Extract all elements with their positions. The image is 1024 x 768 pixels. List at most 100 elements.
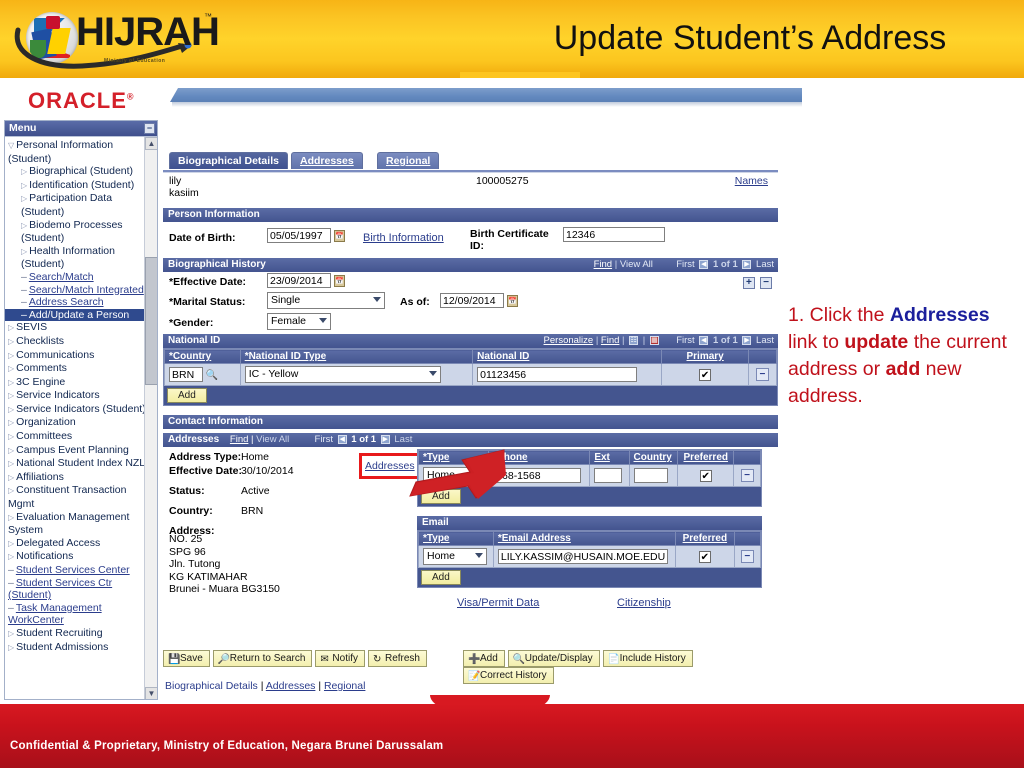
scroll-up-icon[interactable]: ▲ — [145, 137, 157, 150]
add-email-button[interactable]: Add — [421, 570, 461, 585]
sidebar-item-national-student-index-nzl[interactable]: ▷ National Student Index NZL — [5, 457, 155, 471]
find-link[interactable]: Find — [601, 335, 619, 346]
sidebar-item-biodemo-processes-student[interactable]: ▷ Biodemo Processes (Student) — [5, 219, 155, 245]
sidebar-item-service-indicators[interactable]: ▷ Service Indicators — [5, 389, 155, 403]
sidebar-item-sevis[interactable]: ▷ SEVIS — [5, 321, 155, 335]
sidebar-item-student-services-center[interactable]: – Student Services Center — [5, 564, 155, 577]
sidebar-item-address-search[interactable]: – Address Search — [5, 296, 155, 309]
sidebar-item-comments[interactable]: ▷ Comments — [5, 362, 155, 376]
bottom-link-biographical-details[interactable]: Biographical Details — [165, 680, 258, 692]
email-type-select[interactable]: Home — [423, 548, 487, 565]
add-national-id-button[interactable]: Add — [167, 388, 207, 403]
calendar-icon[interactable]: 📅 — [507, 294, 519, 307]
prev-row-icon[interactable]: ◀ — [699, 335, 709, 345]
first-label[interactable]: First — [315, 434, 333, 445]
next-row-icon[interactable]: ▶ — [742, 335, 752, 345]
last-label[interactable]: Last — [394, 434, 412, 445]
as-of-date-input[interactable] — [440, 293, 504, 308]
add-button[interactable]: ➕Add — [463, 650, 505, 667]
delete-row-icon[interactable]: − — [740, 550, 754, 563]
calendar-icon[interactable]: 📅 — [334, 274, 346, 287]
primary-checkbox[interactable]: ✔ — [699, 368, 712, 381]
sidebar-item-affiliations[interactable]: ▷ Affiliations — [5, 471, 155, 485]
preferred-checkbox[interactable]: ✔ — [698, 550, 711, 563]
include-history-button[interactable]: 📄Include History — [602, 650, 693, 667]
sidebar-item-campus-event-planning[interactable]: ▷ Campus Event Planning — [5, 444, 155, 458]
national-id-type-select[interactable]: IC - Yellow — [244, 366, 441, 383]
calendar-icon[interactable]: 📅 — [334, 229, 346, 242]
phone-country-input[interactable] — [633, 468, 668, 483]
refresh-button[interactable]: ↻ Refresh — [367, 650, 427, 667]
sidebar-item-checklists[interactable]: ▷ Checklists — [5, 335, 155, 349]
delete-row-icon[interactable]: − — [755, 368, 769, 381]
bottom-link-regional[interactable]: Regional — [324, 680, 365, 692]
birth-information-link[interactable]: Birth Information — [363, 232, 444, 244]
view-all-link[interactable]: View All — [256, 434, 289, 445]
sidebar-item-search-match-integrated[interactable]: – Search/Match Integrated — [5, 284, 155, 297]
correct-history-button[interactable]: 📝Correct History — [463, 667, 554, 684]
birth-certificate-id-input[interactable] — [563, 227, 665, 242]
gender-select[interactable]: Female — [267, 313, 331, 330]
sidebar-item-search-match[interactable]: – Search/Match — [5, 271, 155, 284]
email-address-input[interactable] — [497, 549, 668, 564]
view-all-link[interactable]: View All — [620, 259, 653, 270]
bottom-link-addresses[interactable]: Addresses — [266, 680, 316, 692]
sidebar-item-committees[interactable]: ▷ Committees — [5, 430, 155, 444]
delete-row-icon[interactable]: − — [760, 277, 772, 289]
visa-permit-data-link[interactable]: Visa/Permit Data — [457, 597, 539, 609]
last-label[interactable]: Last — [756, 259, 774, 270]
return-to-search-button[interactable]: 🔎Return to Search — [212, 650, 313, 667]
sidebar-item-task-management-workcenter[interactable]: – Task Management WorkCenter — [5, 602, 155, 627]
update-display-button[interactable]: 🔍Update/Display — [507, 650, 600, 667]
download-spreadsheet-icon[interactable]: ☷ — [629, 335, 639, 345]
sidebar-item-communications[interactable]: ▷ Communications — [5, 349, 155, 363]
citizenship-link[interactable]: Citizenship — [617, 597, 671, 609]
marital-status-select[interactable]: Single — [267, 292, 385, 309]
save-button[interactable]: 💾Save — [163, 650, 210, 667]
find-link[interactable]: Find — [594, 259, 612, 270]
menu-scrollbar[interactable]: ▲ ▼ — [144, 137, 157, 699]
sidebar-item-3c-engine[interactable]: ▷ 3C Engine — [5, 376, 155, 390]
tab-regional[interactable]: Regional — [377, 152, 440, 169]
sidebar-item-notifications[interactable]: ▷ Notifications — [5, 550, 155, 564]
notify-button[interactable]: ✉ Notify — [315, 650, 365, 667]
sidebar-item-participation-data-student[interactable]: ▷ Participation Data (Student) — [5, 192, 155, 218]
sidebar-item-personal-information-student[interactable]: ▽ Personal Information (Student) — [5, 139, 155, 165]
prev-row-icon[interactable]: ◀ — [337, 434, 347, 444]
tab-biographical-details[interactable]: Biographical Details — [169, 152, 288, 169]
search-icon[interactable]: 🔍 — [206, 370, 218, 382]
sidebar-item-service-indicators-student[interactable]: ▷ Service Indicators (Student) — [5, 403, 155, 417]
sidebar-item-organization[interactable]: ▷ Organization — [5, 416, 155, 430]
prev-row-icon[interactable]: ◀ — [699, 259, 709, 269]
sidebar-item-student-recruiting[interactable]: ▷ Student Recruiting — [5, 627, 155, 641]
sidebar-item-student-admissions[interactable]: ▷ Student Admissions — [5, 641, 155, 655]
preferred-checkbox[interactable]: ✔ — [699, 469, 712, 482]
first-label[interactable]: First — [676, 259, 694, 270]
add-row-icon[interactable]: + — [742, 277, 755, 289]
sidebar-item-biographical-student[interactable]: ▷ Biographical (Student) — [5, 165, 155, 179]
effective-date-input[interactable] — [267, 273, 331, 288]
scrollbar-thumb[interactable] — [145, 257, 157, 385]
date-of-birth-input[interactable] — [267, 228, 331, 243]
sidebar-item-add-update-a-person[interactable]: – Add/Update a Person — [5, 308, 153, 322]
sidebar-item-constituent-transaction-mgmt[interactable]: ▷ Constituent Transaction Mgmt — [5, 484, 155, 510]
personalize-link[interactable]: Personalize — [544, 335, 594, 346]
sidebar-item-evaluation-management-system[interactable]: ▷ Evaluation Management System — [5, 511, 155, 537]
menu-collapse-icon[interactable]: − — [144, 123, 155, 134]
country-input[interactable] — [169, 367, 203, 382]
scroll-down-icon[interactable]: ▼ — [145, 687, 157, 699]
tab-addresses[interactable]: Addresses — [291, 152, 363, 169]
first-label[interactable]: First — [676, 335, 694, 346]
find-link[interactable]: Find — [230, 434, 248, 445]
ext-input[interactable] — [594, 468, 623, 483]
names-link[interactable]: Names — [735, 175, 768, 187]
sidebar-item-health-information-student[interactable]: ▷ Health Information (Student) — [5, 245, 155, 271]
zoom-grid-icon[interactable]: ▦ — [649, 335, 659, 345]
next-row-icon[interactable]: ▶ — [380, 434, 390, 444]
sidebar-item-delegated-access[interactable]: ▷ Delegated Access — [5, 537, 155, 551]
delete-row-icon[interactable]: − — [740, 469, 754, 482]
sidebar-item-identification-student[interactable]: ▷ Identification (Student) — [5, 179, 155, 193]
next-row-icon[interactable]: ▶ — [742, 259, 752, 269]
last-label[interactable]: Last — [756, 335, 774, 346]
sidebar-item-student-services-ctr-student[interactable]: – Student Services Ctr (Student) — [5, 577, 155, 602]
